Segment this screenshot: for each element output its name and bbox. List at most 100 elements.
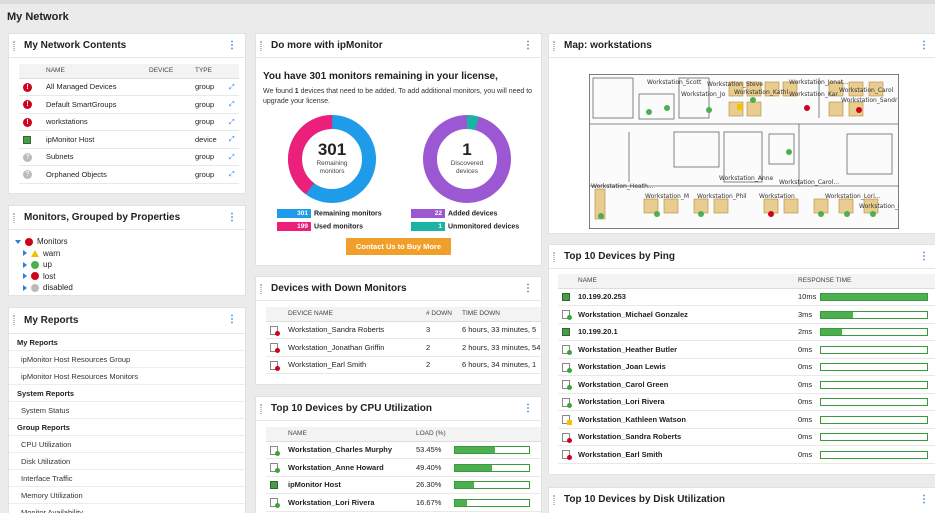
- drag-handle[interactable]: [553, 252, 555, 262]
- device-name[interactable]: Workstation_Carol Green: [574, 375, 794, 394]
- row-name[interactable]: Default SmartGroups: [42, 95, 145, 114]
- table-row[interactable]: Workstation_Anne Howard 49.40%: [266, 458, 541, 477]
- expand-arrows-icon[interactable]: ⤢: [229, 84, 235, 91]
- device-name[interactable]: 10.199.20.1: [574, 323, 794, 341]
- map-workstation-label[interactable]: Workstation_M: [645, 193, 689, 200]
- table-row[interactable]: Workstation_Charles Murphy 53.45%: [266, 441, 541, 459]
- device-name[interactable]: Workstation_Sandra Roberts: [574, 428, 794, 446]
- expand-arrows-icon[interactable]: ⤢: [229, 101, 235, 108]
- expand-icon[interactable]: [23, 273, 27, 280]
- table-row[interactable]: Workstation_Earl Smith 0ms: [558, 445, 935, 464]
- expand-icon[interactable]: [23, 261, 27, 268]
- drag-handle[interactable]: [13, 213, 15, 223]
- table-row[interactable]: ! All Managed Devices group ⤢: [19, 78, 239, 96]
- device-name[interactable]: Workstation_Anne Howard: [284, 458, 412, 477]
- row-name[interactable]: Subnets: [42, 148, 145, 166]
- column-header-time-down[interactable]: TIME DOWN: [458, 307, 541, 322]
- map-workstation-label[interactable]: Workstation_Scott: [647, 79, 702, 86]
- column-header-down[interactable]: # DOWN: [422, 307, 458, 322]
- drag-handle[interactable]: [13, 41, 15, 51]
- map-workstation-label[interactable]: Workstation_Steve: [707, 81, 763, 88]
- more-options-icon[interactable]: ⋮: [919, 494, 929, 505]
- device-name[interactable]: ipMonitor Host: [284, 476, 412, 494]
- expand-arrows-icon[interactable]: ⤢: [229, 171, 235, 178]
- tree-node-warn[interactable]: warn: [15, 248, 239, 260]
- drag-handle[interactable]: [260, 41, 262, 51]
- map-workstation-label[interactable]: Workstation_Sandr: [841, 97, 898, 104]
- drag-handle[interactable]: [13, 315, 15, 325]
- map-workstation-label[interactable]: Workstation_Kar: [789, 91, 838, 98]
- row-name[interactable]: Orphaned Objects: [42, 165, 145, 184]
- device-name[interactable]: Workstation_Lori Rivera: [284, 493, 412, 512]
- table-row[interactable]: Workstation_Lori Rivera 16.67%: [266, 493, 541, 512]
- device-name[interactable]: Workstation_Michael Gonzalez: [574, 305, 794, 324]
- more-options-icon[interactable]: ⋮: [523, 403, 533, 414]
- more-options-icon[interactable]: ⋮: [523, 283, 533, 294]
- tree-node-monitors[interactable]: Monitors: [15, 236, 239, 248]
- map-workstation-label[interactable]: Workstation_Kathl: [734, 89, 789, 96]
- table-row[interactable]: ipMonitor Host 26.30%: [266, 476, 541, 494]
- table-row[interactable]: Workstation_Carol Green 0ms: [558, 375, 935, 394]
- drag-handle[interactable]: [260, 284, 262, 294]
- device-name[interactable]: 10.199.20.253: [574, 288, 794, 306]
- map-workstation-label[interactable]: Workstation: [759, 193, 795, 200]
- table-row[interactable]: Workstation_Sandra Roberts 0ms: [558, 428, 935, 446]
- column-header-device-name[interactable]: DEVICE NAME: [284, 307, 422, 322]
- table-row[interactable]: Workstation_Michael Gonzalez 3ms: [558, 305, 935, 324]
- report-link[interactable]: Memory Utilization: [9, 487, 245, 504]
- device-name[interactable]: Workstation_Charles Murphy: [284, 441, 412, 459]
- report-link[interactable]: CPU Utilization: [9, 436, 245, 453]
- more-options-icon[interactable]: ⋮: [227, 40, 237, 51]
- tree-node-disabled[interactable]: disabled: [15, 282, 239, 294]
- drag-handle[interactable]: [553, 495, 555, 505]
- column-header-device[interactable]: DEVICE: [145, 64, 191, 79]
- device-name[interactable]: Workstation_Earl Smith: [574, 445, 794, 464]
- expand-icon[interactable]: [23, 250, 27, 257]
- map-workstation-label[interactable]: Workstation_Jo: [681, 91, 726, 98]
- tree-node-lost[interactable]: lost: [15, 271, 239, 283]
- table-row[interactable]: ? Orphaned Objects group ⤢: [19, 165, 239, 184]
- more-options-icon[interactable]: ⋮: [227, 212, 237, 223]
- table-row[interactable]: 10.199.20.1 2ms: [558, 323, 935, 341]
- more-options-icon[interactable]: ⋮: [919, 40, 929, 51]
- column-header-load[interactable]: LOAD (%): [412, 427, 541, 442]
- expand-arrows-icon[interactable]: ⤢: [229, 136, 235, 143]
- map-workstation-label[interactable]: Workstation_Lori: [859, 203, 899, 210]
- table-row[interactable]: Workstation_Earl Smith 2 6 hours, 34 min…: [266, 356, 541, 374]
- drag-handle[interactable]: [553, 41, 555, 51]
- collapse-icon[interactable]: [15, 239, 21, 244]
- device-name[interactable]: Workstation_Kathleen Watson: [574, 410, 794, 429]
- table-row[interactable]: ! Default SmartGroups group ⤢: [19, 95, 239, 114]
- column-header-response-time[interactable]: RESPONSE TIME: [794, 274, 935, 289]
- column-header-name[interactable]: NAME: [574, 274, 794, 289]
- table-row[interactable]: 10.199.20.253 10ms: [558, 288, 935, 306]
- report-link[interactable]: Monitor Availability: [9, 504, 245, 513]
- map-workstation-label[interactable]: Workstation_Carol: [839, 87, 894, 94]
- map-workstation-label[interactable]: Workstation_Jonat...: [789, 79, 849, 86]
- row-name[interactable]: All Managed Devices: [42, 78, 145, 96]
- table-row[interactable]: Workstation_Kathleen Watson 0ms: [558, 410, 935, 429]
- table-row[interactable]: ! workstations group ⤢: [19, 113, 239, 131]
- map-workstation-label[interactable]: Workstation_Phil: [697, 193, 747, 200]
- map-workstation-label[interactable]: Workstation_Anne: [719, 175, 774, 182]
- column-header-type[interactable]: TYPE: [191, 64, 225, 79]
- device-name[interactable]: Workstation_Heather Butler: [574, 340, 794, 359]
- table-row[interactable]: Workstation_Jonathan Griffin 2 2 hours, …: [266, 338, 541, 357]
- device-name[interactable]: Workstation_Sandra Roberts: [284, 321, 422, 339]
- row-name[interactable]: ipMonitor Host: [42, 130, 145, 149]
- report-link[interactable]: System Status: [9, 402, 245, 419]
- expand-icon[interactable]: [23, 284, 27, 291]
- table-row[interactable]: ipMonitor Host device ⤢: [19, 130, 239, 149]
- more-options-icon[interactable]: ⋮: [919, 251, 929, 262]
- report-link[interactable]: Interface Traffic: [9, 470, 245, 487]
- row-name[interactable]: workstations: [42, 113, 145, 131]
- expand-arrows-icon[interactable]: ⤢: [229, 119, 235, 126]
- table-row[interactable]: Workstation_Joan Lewis 0ms: [558, 358, 935, 376]
- table-row[interactable]: Workstation_Heather Butler 0ms: [558, 340, 935, 359]
- report-link[interactable]: ipMonitor Host Resources Monitors: [9, 368, 245, 385]
- tree-node-up[interactable]: up: [15, 259, 239, 271]
- device-name[interactable]: Workstation_Jonathan Griffin: [284, 338, 422, 357]
- device-name[interactable]: Workstation_Earl Smith: [284, 356, 422, 374]
- floor-plan-map[interactable]: Workstation_Scott Workstation_Steve Workst…: [589, 74, 899, 229]
- table-row[interactable]: Workstation_Sandra Roberts 3 6 hours, 33…: [266, 321, 541, 339]
